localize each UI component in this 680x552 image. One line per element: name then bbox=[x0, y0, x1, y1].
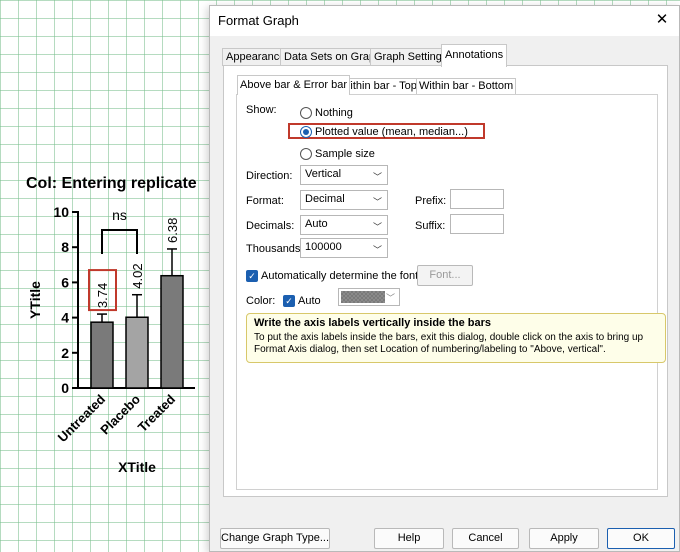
thousands-label: Thousands: bbox=[246, 243, 304, 255]
x-tick-label[interactable]: Untreated bbox=[55, 391, 109, 445]
ok-button[interactable]: OK bbox=[607, 528, 675, 549]
subtab-within-bar-bottom[interactable]: Within bar - Bottom bbox=[416, 78, 517, 94]
radio-button[interactable] bbox=[300, 107, 312, 119]
checkmark-icon[interactable]: ✓ bbox=[246, 270, 258, 282]
radio-label: Sample size bbox=[315, 148, 375, 160]
significance-label[interactable]: ns bbox=[112, 207, 127, 223]
decimals-select[interactable]: Auto ﹀ bbox=[300, 215, 388, 235]
color-picker[interactable]: ﹀ bbox=[338, 288, 400, 306]
x-axis-title[interactable]: XTitle bbox=[118, 459, 156, 475]
format-label: Format: bbox=[246, 195, 284, 207]
y-tick-label[interactable]: 0 bbox=[61, 380, 69, 396]
decimals-label: Decimals: bbox=[246, 220, 295, 232]
select-value: Vertical bbox=[305, 168, 342, 180]
format-graph-dialog: Format Graph ✕ Appearance Data Sets on G… bbox=[209, 5, 680, 552]
tab-label: Graph Settings bbox=[374, 51, 448, 63]
select-value: Decimal bbox=[305, 193, 345, 205]
y-tick-label[interactable]: 10 bbox=[53, 204, 69, 220]
apply-button[interactable]: Apply bbox=[529, 528, 599, 549]
radio-nothing[interactable]: Nothing bbox=[300, 106, 353, 120]
font-button[interactable]: Font... bbox=[417, 265, 473, 286]
value-label[interactable]: 3.74 bbox=[95, 283, 110, 308]
direction-select[interactable]: Vertical ﹀ bbox=[300, 165, 388, 185]
annotation-settings: Show: Nothing Plotted value (mean, media… bbox=[236, 94, 666, 490]
subtab-label: Within bar - Top bbox=[340, 80, 417, 92]
color-swatch bbox=[341, 291, 385, 303]
radio-button-selected[interactable] bbox=[300, 126, 312, 138]
value-label[interactable]: 6.38 bbox=[165, 218, 180, 243]
checkmark-icon[interactable]: ✓ bbox=[283, 295, 295, 307]
graph-area[interactable]: Col: Entering replicate YTitle XTitle 0 2… bbox=[0, 0, 215, 552]
y-tick-label[interactable]: 8 bbox=[61, 239, 69, 255]
chevron-down-icon: ﹀ bbox=[372, 172, 382, 182]
subtab-label: Above bar & Error bar bbox=[240, 79, 347, 91]
bar-chart[interactable]: Col: Entering replicate YTitle XTitle 0 2… bbox=[0, 0, 215, 552]
radio-label: Nothing bbox=[315, 107, 353, 119]
tab-label: Appearance bbox=[226, 51, 286, 63]
bar-treated[interactable] bbox=[160, 274, 184, 389]
checkbox-label: Auto bbox=[298, 295, 321, 307]
color-label: Color: bbox=[246, 295, 276, 307]
annotations-panel: Above bar & Error bar Within bar - Top W… bbox=[223, 65, 668, 497]
thousands-select[interactable]: 100000 ﹀ bbox=[300, 238, 388, 258]
radio-label: Plotted value (mean, median...) bbox=[315, 126, 468, 138]
checkbox-label: Automatically determine the font bbox=[261, 270, 419, 282]
tip-body: To put the axis labels inside the bars, … bbox=[254, 332, 644, 355]
bar-untreated[interactable] bbox=[90, 321, 114, 389]
format-select[interactable]: Decimal ﹀ bbox=[300, 190, 388, 210]
auto-font-checkbox[interactable]: ✓ Automatically determine the font bbox=[246, 269, 418, 283]
tab-annotations[interactable]: Annotations bbox=[441, 44, 508, 67]
suffix-input[interactable] bbox=[450, 214, 504, 234]
prefix-input[interactable] bbox=[450, 189, 504, 209]
select-value: Auto bbox=[305, 218, 328, 230]
tip-box: Write the axis labels vertically inside … bbox=[246, 313, 666, 363]
y-tick-label[interactable]: 6 bbox=[61, 274, 69, 290]
value-label[interactable]: 4.02 bbox=[130, 263, 145, 288]
y-axis-title[interactable]: YTitle bbox=[27, 281, 43, 319]
change-graph-type-button[interactable]: Change Graph Type... bbox=[220, 528, 330, 549]
prefix-label: Prefix: bbox=[415, 195, 447, 207]
cancel-button[interactable]: Cancel bbox=[452, 528, 519, 549]
bar-placebo[interactable] bbox=[125, 316, 149, 389]
tab-graph-settings[interactable]: Graph Settings bbox=[370, 48, 452, 66]
chart-title[interactable]: Col: Entering replicate bbox=[26, 175, 197, 192]
x-tick-label[interactable]: Treated bbox=[135, 391, 178, 434]
subtab-above-bar[interactable]: Above bar & Error bar bbox=[237, 75, 350, 95]
tip-title: Write the axis labels vertically inside … bbox=[254, 317, 492, 329]
suffix-label: Suffix: bbox=[415, 220, 446, 232]
direction-label: Direction: bbox=[246, 170, 293, 182]
color-auto-checkbox[interactable]: ✓ Auto bbox=[283, 294, 321, 308]
y-tick-label[interactable]: 2 bbox=[61, 345, 69, 361]
help-button[interactable]: Help bbox=[374, 528, 444, 549]
chevron-down-icon: ﹀ bbox=[372, 222, 382, 232]
tab-label: Annotations bbox=[445, 49, 504, 61]
dialog-title: Format Graph bbox=[218, 13, 299, 28]
close-icon[interactable]: ✕ bbox=[651, 9, 673, 31]
y-tick-label[interactable]: 4 bbox=[61, 310, 69, 326]
significance-bracket[interactable] bbox=[101, 229, 138, 254]
select-value: 100000 bbox=[305, 241, 342, 253]
tab-label: Data Sets on Graph bbox=[284, 51, 382, 63]
radio-button[interactable] bbox=[300, 148, 312, 160]
radio-sample-size[interactable]: Sample size bbox=[300, 147, 375, 161]
dialog-titlebar[interactable]: Format Graph ✕ bbox=[210, 6, 679, 36]
show-label: Show: bbox=[246, 104, 277, 116]
chevron-down-icon: ﹀ bbox=[372, 197, 382, 207]
subtab-label: Within bar - Bottom bbox=[419, 80, 514, 92]
chevron-down-icon: ﹀ bbox=[385, 293, 395, 303]
radio-plotted-value[interactable]: Plotted value (mean, median...) bbox=[300, 125, 468, 139]
chevron-down-icon: ﹀ bbox=[372, 245, 382, 255]
